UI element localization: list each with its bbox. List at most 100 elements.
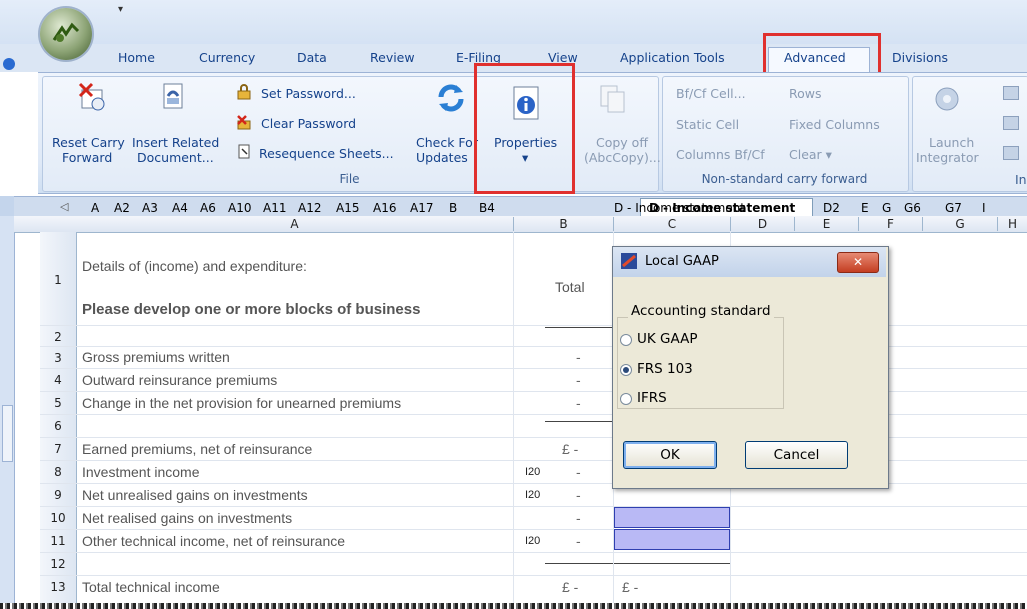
sheet-tab[interactable]: B4 xyxy=(479,201,495,217)
cell-c13[interactable]: £ - xyxy=(622,579,638,595)
row-number[interactable]: 3 xyxy=(40,351,76,365)
column-header-h[interactable]: H xyxy=(998,217,1027,231)
sheet-tab[interactable]: D2 xyxy=(823,201,840,217)
fixed-columns-button[interactable]: Fixed Columns xyxy=(789,117,880,132)
row-number[interactable]: 11 xyxy=(40,534,76,548)
sheet-nav-icon[interactable] xyxy=(0,196,14,216)
set-password-button[interactable]: Set Password... xyxy=(261,86,356,101)
tab-divisions[interactable]: Divisions xyxy=(892,50,948,70)
cell-b1[interactable]: Total xyxy=(555,279,585,295)
columns-bf-cf-button[interactable]: Columns Bf/Cf xyxy=(676,147,765,162)
row-number[interactable]: 8 xyxy=(40,465,76,479)
column-header-f[interactable]: F xyxy=(859,217,923,231)
row-number[interactable]: 4 xyxy=(40,373,76,387)
row-number[interactable]: 2 xyxy=(40,330,76,344)
cell-a1[interactable]: Details of (income) and expenditure: xyxy=(82,258,307,274)
sheet-tab[interactable]: A xyxy=(91,201,99,217)
sheet-tab[interactable]: B xyxy=(449,201,457,217)
sheet-tab[interactable]: A17 xyxy=(410,201,433,217)
cell-b11[interactable]: - xyxy=(576,533,581,549)
sheet-scroll-left-icon[interactable]: ◁ xyxy=(60,200,68,213)
row-number[interactable]: 13 xyxy=(40,580,76,594)
rows-button[interactable]: Rows xyxy=(789,86,822,101)
sheet-tab[interactable]: E xyxy=(861,201,869,217)
ok-button[interactable]: OK xyxy=(623,441,717,469)
cell-a13[interactable]: Total technical income xyxy=(82,579,220,595)
insert-related-document-label-2[interactable]: Document... xyxy=(137,150,214,165)
cell-b13[interactable]: £ - xyxy=(562,579,578,595)
copy-off-label-2[interactable]: (AbcCopy)... xyxy=(584,150,661,165)
column-header-g[interactable]: G xyxy=(923,217,998,231)
cell-b3[interactable]: - xyxy=(576,349,581,365)
row-number[interactable]: 1 xyxy=(40,273,76,287)
radio-ifrs[interactable] xyxy=(620,393,632,405)
integrator-small-icon-2[interactable] xyxy=(1003,116,1019,130)
bf-cf-cell-button[interactable]: Bf/Cf Cell... xyxy=(676,86,746,101)
static-cell-button[interactable]: Static Cell xyxy=(676,117,739,132)
column-header-e[interactable]: E xyxy=(795,217,859,231)
cell-b9[interactable]: - xyxy=(576,487,581,503)
radio-label-frs-103[interactable]: FRS 103 xyxy=(637,361,693,377)
row-number[interactable]: 6 xyxy=(40,419,76,433)
clear-dropdown-button[interactable]: Clear ▾ xyxy=(789,147,832,162)
launch-integrator-label-2[interactable]: Integrator xyxy=(916,150,979,165)
column-header-b[interactable]: B xyxy=(514,217,614,231)
cell-a5[interactable]: Change in the net provision for unearned… xyxy=(82,395,401,411)
cell-b5[interactable]: - xyxy=(576,395,581,411)
resequence-sheets-button[interactable]: Resequence Sheets... xyxy=(259,146,394,161)
row-number[interactable]: 12 xyxy=(40,557,76,571)
sheet-tab[interactable]: I xyxy=(982,201,986,217)
column-header-c[interactable]: C xyxy=(614,217,731,231)
radio-label-uk-gaap[interactable]: UK GAAP xyxy=(637,331,697,347)
sheet-tab[interactable]: A6 xyxy=(200,201,216,217)
help-icon[interactable] xyxy=(3,58,15,70)
sheet-tab[interactable]: A2 xyxy=(114,201,130,217)
sheet-tab-income-statement[interactable]: D - Income statement xyxy=(649,201,795,217)
tab-application-tools[interactable]: Application Tools xyxy=(620,50,725,70)
tab-home[interactable]: Home xyxy=(118,50,155,70)
clear-password-button[interactable]: Clear Password xyxy=(261,116,356,131)
cell-b7[interactable]: £ - xyxy=(562,441,578,457)
cell-a11[interactable]: Other technical income, net of reinsuran… xyxy=(82,533,345,549)
sheet-tab[interactable]: A4 xyxy=(172,201,188,217)
cancel-button[interactable]: Cancel xyxy=(745,441,848,469)
cell-b4[interactable]: - xyxy=(576,372,581,388)
input-cell-c11[interactable] xyxy=(614,529,730,550)
integrator-small-icon-1[interactable] xyxy=(1003,86,1019,100)
sheet-tab[interactable]: A12 xyxy=(298,201,321,217)
sheet-tab[interactable]: A16 xyxy=(373,201,396,217)
cell-a7[interactable]: Earned premiums, net of reinsurance xyxy=(82,441,312,457)
sheet-tab[interactable]: A3 xyxy=(142,201,158,217)
close-icon[interactable]: ✕ xyxy=(837,252,879,273)
cell-a3[interactable]: Gross premiums written xyxy=(82,349,230,365)
sheet-tab[interactable]: G6 xyxy=(904,201,921,217)
column-header-a[interactable]: A xyxy=(76,217,514,231)
integrator-small-icon-3[interactable] xyxy=(1003,146,1019,160)
quick-access-dropdown-icon[interactable]: ▾ xyxy=(118,4,130,16)
reset-carry-forward-label-2[interactable]: Forward xyxy=(62,150,112,165)
vertical-scroll-thumb[interactable] xyxy=(2,405,13,462)
row-number[interactable]: 5 xyxy=(40,396,76,410)
tab-currency[interactable]: Currency xyxy=(199,50,255,70)
row-number[interactable]: 9 xyxy=(40,488,76,502)
row-number[interactable]: 7 xyxy=(40,442,76,456)
cell-b10[interactable]: - xyxy=(576,510,581,526)
sheet-tab[interactable]: A10 xyxy=(228,201,251,217)
check-for-updates-label-2[interactable]: Updates xyxy=(416,150,468,165)
copy-off-label-1[interactable]: Copy off xyxy=(596,135,648,150)
cell-a2[interactable]: Please develop one or more blocks of bus… xyxy=(82,301,420,318)
cell-a9[interactable]: Net unrealised gains on investments xyxy=(82,487,308,503)
sheet-tab[interactable]: G xyxy=(882,201,891,217)
cell-a10[interactable]: Net realised gains on investments xyxy=(82,510,292,526)
sheet-tab[interactable]: A11 xyxy=(263,201,286,217)
sheet-tab[interactable]: A15 xyxy=(336,201,359,217)
radio-label-ifrs[interactable]: IFRS xyxy=(637,390,667,406)
tab-data[interactable]: Data xyxy=(297,50,327,70)
sheet-tab[interactable]: G7 xyxy=(945,201,962,217)
insert-related-document-label-1[interactable]: Insert Related xyxy=(132,135,219,150)
input-cell-c10[interactable] xyxy=(614,507,730,528)
reset-carry-forward-label-1[interactable]: Reset Carry xyxy=(52,135,125,150)
column-header-d[interactable]: D xyxy=(731,217,795,231)
cell-b8[interactable]: - xyxy=(576,464,581,480)
radio-uk-gaap[interactable] xyxy=(620,334,632,346)
